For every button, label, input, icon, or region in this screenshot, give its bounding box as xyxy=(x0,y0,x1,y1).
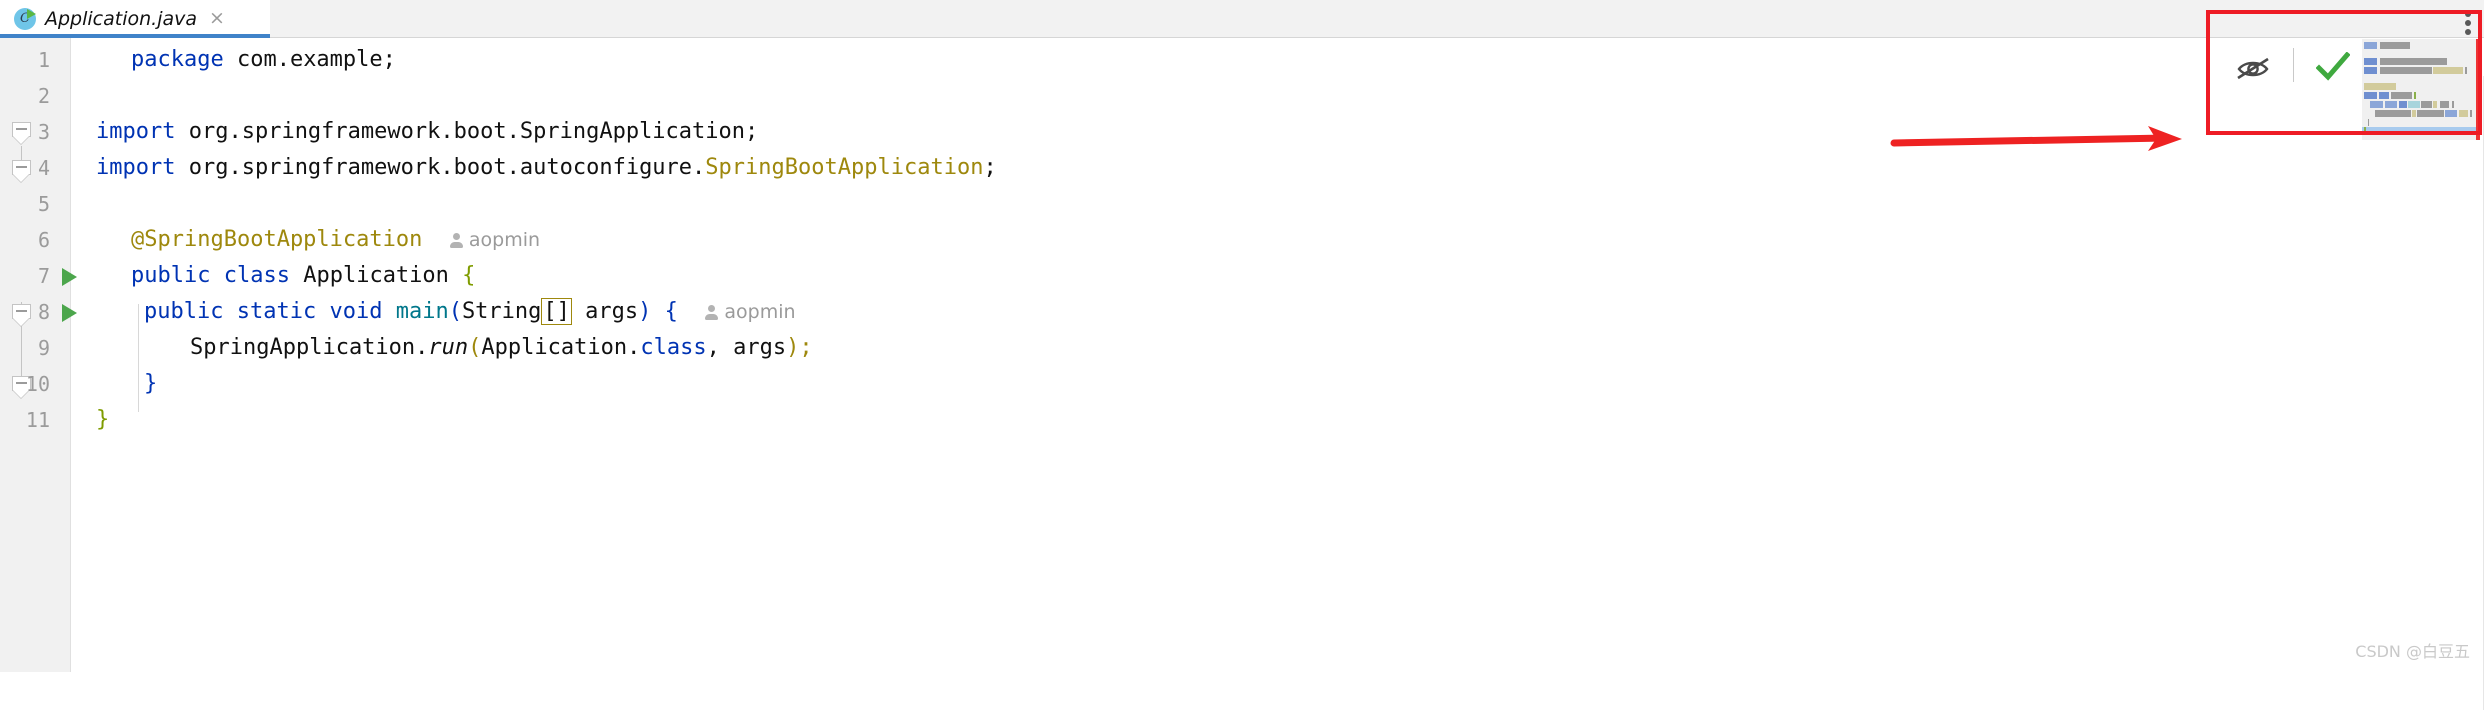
watermark: CSDN @白豆五 xyxy=(2355,642,2470,661)
token-keyword: package xyxy=(131,47,224,72)
code-line[interactable]: 1 package com.example; xyxy=(0,42,2484,78)
line-number: 7 xyxy=(37,264,50,288)
token-type-name: SpringBootApplication xyxy=(705,155,984,180)
token-brace: { xyxy=(462,263,476,288)
token-arg-name: , args xyxy=(706,335,787,360)
token-paren: ( xyxy=(468,335,482,360)
code-line[interactable]: 7 public class Application { xyxy=(0,258,2484,294)
token-brace: { xyxy=(664,299,678,324)
token-method-name: main xyxy=(395,299,449,324)
line-number: 9 xyxy=(37,336,50,360)
token-keyword: public xyxy=(144,299,224,324)
code-text: @SpringBootApplication aopmin xyxy=(131,222,540,258)
code-line[interactable]: 11 } xyxy=(0,402,2484,438)
token-annotation: @SpringBootApplication xyxy=(131,227,423,252)
code-line[interactable]: 5 xyxy=(0,186,2484,222)
line-number: 2 xyxy=(37,84,50,108)
token-type-name: Application xyxy=(303,263,449,288)
code-line[interactable]: 10 } xyxy=(0,366,2484,402)
line-number: 1 xyxy=(37,48,50,72)
java-class-runnable-icon: C xyxy=(14,7,36,30)
token-keyword: import xyxy=(96,119,176,144)
code-text: package com.example; xyxy=(131,42,396,78)
token-statement-end: ); xyxy=(786,335,813,360)
code-line[interactable]: 6 @SpringBootApplication aopmin xyxy=(0,222,2484,258)
person-icon xyxy=(449,232,463,248)
line-number: 10 xyxy=(25,372,50,396)
run-gutter-icon[interactable] xyxy=(62,268,77,286)
tab-application-java[interactable]: C Application.java × xyxy=(0,0,270,37)
line-number: 4 xyxy=(37,156,50,180)
red-highlight-rectangle xyxy=(2206,10,2482,135)
code-text: } xyxy=(96,402,109,438)
token-package-name: com.example; xyxy=(223,47,396,72)
token-paren: ) xyxy=(638,299,652,324)
code-line[interactable]: 2 xyxy=(0,78,2484,114)
editor-tab-bar: C Application.java × xyxy=(0,0,2484,38)
token-import-path: org.springframework.boot.SpringApplicati… xyxy=(175,119,759,144)
code-text: SpringApplication.run(Application.class,… xyxy=(190,330,813,366)
tab-label: Application.java xyxy=(45,7,198,30)
token-keyword: import xyxy=(96,155,176,180)
line-number: 3 xyxy=(37,120,50,144)
code-text: public static void main(String[] args) {… xyxy=(144,294,796,330)
person-icon xyxy=(704,304,719,320)
code-text: } xyxy=(144,366,157,402)
author-name: aopmin xyxy=(468,229,541,251)
token-method-call: run xyxy=(428,335,469,360)
red-arrow-annotation xyxy=(1890,120,2200,160)
code-text: public class Application { xyxy=(131,258,475,294)
token-class-ref: Application. xyxy=(481,335,641,360)
token-semicolon: ; xyxy=(983,155,997,180)
code-line[interactable]: 9 SpringApplication.run(Application.clas… xyxy=(0,330,2484,366)
token-brace: } xyxy=(144,371,158,396)
token-brace: } xyxy=(96,407,110,432)
red-arrow-glyph xyxy=(1890,126,2182,151)
token-keyword: class xyxy=(640,335,707,360)
line-number: 5 xyxy=(37,192,50,216)
code-text: import org.springframework.boot.autoconf… xyxy=(96,150,997,186)
token-import-path: org.springframework.boot.autoconfigure. xyxy=(175,155,706,180)
line-number: 8 xyxy=(37,300,50,324)
close-icon[interactable]: × xyxy=(209,9,225,28)
line-number: 6 xyxy=(37,228,50,252)
token-paren: ( xyxy=(448,299,462,324)
author-name: aopmin xyxy=(724,301,796,323)
token-keyword: class xyxy=(223,263,290,288)
run-gutter-icon[interactable] xyxy=(62,304,77,322)
token-class-ref: SpringApplication. xyxy=(190,335,429,360)
code-vision-author: aopmin xyxy=(704,301,796,323)
code-text: import org.springframework.boot.SpringAp… xyxy=(96,114,758,150)
token-keyword: public xyxy=(131,263,211,288)
token-type-name: String xyxy=(461,299,542,324)
code-line[interactable]: 8 public static void main(String[] args)… xyxy=(0,294,2484,330)
token-keyword: static xyxy=(236,299,317,324)
token-array-brackets: [] xyxy=(541,298,572,325)
token-keyword: void xyxy=(329,299,383,324)
code-vision-author: aopmin xyxy=(449,229,540,251)
token-arg-name: args xyxy=(571,299,639,324)
line-number: 11 xyxy=(25,408,50,432)
